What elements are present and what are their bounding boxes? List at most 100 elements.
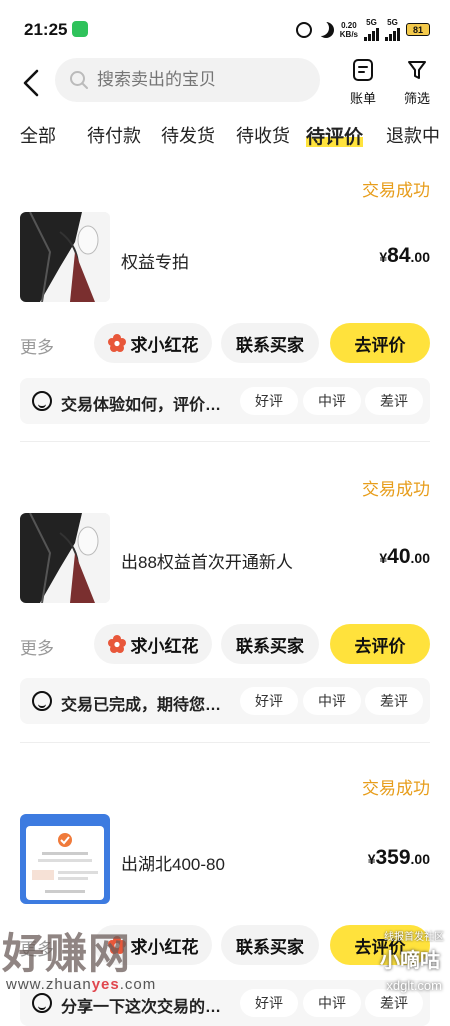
battery-icon: 81: [406, 23, 430, 36]
price-dec: .00: [410, 550, 430, 566]
request-flower-label: 求小红花: [130, 335, 199, 355]
more-button[interactable]: 更多: [20, 333, 54, 358]
net-speed-unit: KB/s: [339, 29, 358, 39]
product-image-art: [20, 212, 110, 302]
filter-icon: [408, 61, 426, 79]
filter-button[interactable]: 筛选: [397, 58, 437, 107]
search-input[interactable]: [97, 70, 297, 90]
price-dec: .00: [410, 851, 430, 867]
tab-pending-receipt[interactable]: 待收货: [236, 122, 290, 148]
watermark-right-brand: 小嘀咕: [380, 950, 440, 972]
rate-bad-button[interactable]: 差评: [365, 387, 423, 415]
filter-label: 筛选: [403, 91, 430, 106]
sim2: 5G: [385, 18, 400, 41]
rate-good-button[interactable]: 好评: [240, 387, 298, 415]
feedback-bar: 交易体验如何，评价… 好评 中评 差评: [20, 378, 430, 424]
product-image[interactable]: [20, 212, 110, 302]
contact-buyer-button[interactable]: 联系买家: [221, 925, 319, 965]
watermark-right-tagline: 线报首发社区: [384, 932, 444, 943]
request-flower-label: 求小红花: [130, 636, 199, 656]
smile-icon: [32, 691, 52, 711]
bill-button[interactable]: 账单: [343, 58, 383, 107]
contact-buyer-button[interactable]: 联系买家: [221, 624, 319, 664]
watermark-left: 好赚网 www.zhuanyes.com: [0, 920, 200, 1000]
review-button[interactable]: 去评价: [330, 323, 430, 363]
feedback-text: 交易已完成，期待您…: [61, 697, 222, 714]
rate-mid-button[interactable]: 中评: [303, 387, 361, 415]
watermark-url-pre: www.zhuan: [6, 976, 92, 993]
order-card[interactable]: 交易成功 权益专拍 ¥84.00 更多 求小红花 联系买家 去评价 交易体验如何…: [0, 160, 450, 450]
order-status: 交易成功: [362, 480, 430, 499]
watermark-site-name: 好赚网: [2, 930, 132, 977]
tab-all[interactable]: 全部: [20, 122, 56, 148]
price: ¥40.00: [379, 545, 430, 569]
search-box[interactable]: [55, 58, 320, 102]
back-button[interactable]: [20, 68, 44, 98]
divider: [20, 742, 430, 743]
watermark-url-red: yes: [91, 976, 120, 993]
rate-mid-button[interactable]: 中评: [303, 989, 361, 1017]
signal-icon: [385, 27, 400, 41]
price-currency: ¥: [379, 249, 388, 265]
feedback-text: 交易体验如何，评价…: [61, 397, 222, 414]
price-int: 359: [375, 846, 411, 869]
contact-buyer-button[interactable]: 联系买家: [221, 323, 319, 363]
bill-label: 账单: [349, 91, 376, 106]
net-speed: 0.20 KB/s: [340, 21, 358, 39]
request-flower-button[interactable]: 求小红花: [94, 624, 212, 664]
alarm-icon: [295, 21, 312, 38]
rate-bad-button[interactable]: 差评: [365, 687, 423, 715]
watermark-url-post: .com: [119, 976, 157, 993]
feedback-bar: 交易已完成，期待您… 好评 中评 差评: [20, 678, 430, 724]
flower-icon: [107, 334, 126, 352]
signal-icon: [364, 27, 379, 41]
smile-icon: [32, 391, 52, 411]
price: ¥84.00: [379, 244, 430, 268]
review-button[interactable]: 去评价: [330, 624, 430, 664]
price-int: 84: [387, 244, 411, 267]
product-image[interactable]: [20, 814, 110, 904]
tab-pending-review[interactable]: 待评价: [306, 122, 364, 149]
watermark-url: www.zhuanyes.com: [6, 976, 156, 993]
order-status: 交易成功: [362, 779, 430, 798]
moon-icon: [318, 22, 334, 38]
order-card[interactable]: 交易成功 出88权益首次开通新人 ¥40.00 更多 求小红花 联系买家 去评价…: [0, 461, 450, 751]
order-status: 交易成功: [362, 181, 430, 200]
product-title[interactable]: 出湖北400-80: [121, 850, 225, 875]
search-icon: [70, 71, 88, 89]
rate-good-button[interactable]: 好评: [240, 989, 298, 1017]
product-title[interactable]: 出88权益首次开通新人: [121, 548, 293, 573]
product-image-art: [20, 814, 110, 904]
header: 账单 筛选: [0, 58, 450, 108]
divider: [20, 441, 430, 442]
rate-mid-button[interactable]: 中评: [303, 687, 361, 715]
bill-icon: [353, 59, 373, 81]
sim1: 5G: [364, 18, 379, 41]
tab-pending-shipment[interactable]: 待发货: [161, 122, 215, 148]
sim2-label: 5G: [387, 18, 398, 27]
price-int: 40: [387, 545, 411, 568]
watermark-right-url: xdglt.com: [386, 978, 442, 993]
tab-pending-payment[interactable]: 待付款: [87, 122, 141, 148]
sim1-label: 5G: [366, 18, 377, 27]
flower-icon: [107, 635, 126, 653]
chevron-left-icon: [23, 69, 39, 97]
price-currency: ¥: [379, 550, 388, 566]
product-image-art: [20, 513, 110, 603]
net-speed-value: 0.20: [341, 20, 357, 30]
product-image[interactable]: [20, 513, 110, 603]
tab-refunding[interactable]: 退款中: [386, 122, 440, 148]
status-icons: 0.20 KB/s 5G 5G 81: [295, 18, 430, 41]
tab-pending-review-label: 待评价: [306, 127, 364, 148]
status-time: 21:25: [24, 20, 68, 39]
price: ¥359.00: [368, 846, 430, 870]
watermark-right: 线报首发社区 小嘀咕 xdglt.com: [364, 928, 444, 998]
wechat-icon: [72, 21, 88, 37]
product-title[interactable]: 权益专拍: [121, 248, 189, 273]
status-bar: 21:25 0.20 KB/s 5G 5G 81: [0, 0, 450, 58]
order-tabs: 全部 待付款 待发货 待收货 待评价 退款中: [0, 120, 450, 154]
rate-good-button[interactable]: 好评: [240, 687, 298, 715]
price-dec: .00: [410, 249, 430, 265]
more-button[interactable]: 更多: [20, 634, 54, 659]
request-flower-button[interactable]: 求小红花: [94, 323, 212, 363]
